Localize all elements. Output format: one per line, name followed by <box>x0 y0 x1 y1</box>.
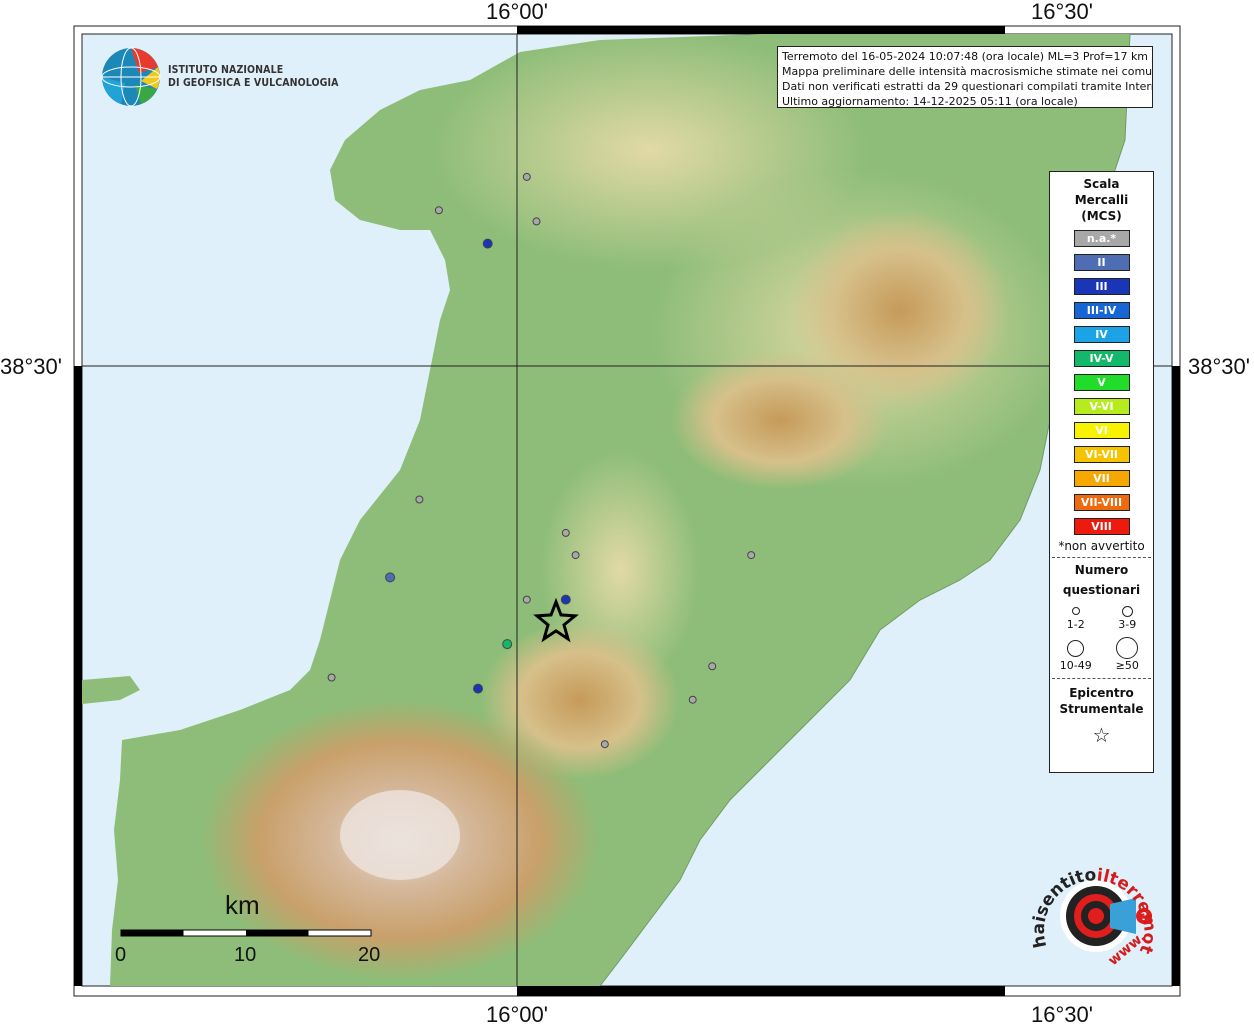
terrain-ridge <box>670 350 890 490</box>
legend-epicenter-star-icon: ☆ <box>1092 723 1111 747</box>
intensity-point[interactable] <box>708 662 717 671</box>
legend-swatch-vi-vii: VI-VII <box>1073 446 1130 463</box>
event-info-box: Terremoto del 16-05-2024 10:07:48 (ora l… <box>777 46 1153 108</box>
size-10-49-circle-icon <box>1067 639 1085 657</box>
legend-swatch-iii: III <box>1073 278 1130 295</box>
intensity-point[interactable] <box>571 551 580 560</box>
size-class-label: 3-9 <box>1118 618 1137 631</box>
info-line-event: Terremoto del 16-05-2024 10:07:48 (ora l… <box>782 50 1149 63</box>
legend-divider <box>1052 557 1151 558</box>
legend-intensity-scale: n.a.* II III III-IV IV IV-V V V-VI VI VI-VII VII VI… <box>1050 230 1153 535</box>
scale-bar <box>120 929 372 937</box>
legend-swatch-iii-iv: III-IV <box>1073 302 1130 319</box>
lat-label-left: 38°30' <box>0 354 62 379</box>
legend-swatch-iv: IV <box>1073 326 1130 343</box>
legend-epicenter-title-line1: Epicentro <box>1069 686 1134 700</box>
intensity-point[interactable] <box>561 528 570 537</box>
lon-label-top-16-30: 16°30' <box>1031 0 1093 24</box>
intensity-point[interactable] <box>747 551 756 560</box>
intensity-point[interactable] <box>560 594 571 605</box>
terrain-peak-summit <box>340 790 460 880</box>
legend-title-line3: (MCS) <box>1081 209 1122 223</box>
legend: Scala Mercalli (MCS) n.a.* II III III-IV IV I… <box>1049 171 1154 773</box>
legend-swatch-vii-viii: VII-VIII <box>1073 494 1130 511</box>
legend-swatch-vi: VI <box>1073 422 1130 439</box>
intensity-point[interactable] <box>502 639 513 650</box>
legend-swatch-v-vi: V-VI <box>1073 398 1130 415</box>
legend-title-line1: Scala <box>1083 177 1120 191</box>
lon-label-bottom-16-00: 16°00' <box>486 1002 548 1027</box>
size-50-plus-circle-icon <box>1116 637 1139 659</box>
size-class-label: ≥50 <box>1115 659 1139 672</box>
lat-label-right: 38°30' <box>1188 354 1250 379</box>
info-line-updated: Ultimo aggiornamento: 14-12-2025 05:11 (… <box>782 95 1078 108</box>
legend-questionnaires-title-line2: questionari <box>1062 583 1141 597</box>
legend-divider <box>1052 678 1151 679</box>
size-class-label: 1-2 <box>1066 618 1085 631</box>
intensity-point[interactable] <box>600 740 609 749</box>
info-line-description: Mappa preliminare delle intensità macros… <box>782 65 1153 78</box>
institute-name-line1: ISTITUTO NAZIONALE <box>168 64 284 76</box>
intensity-point[interactable] <box>482 238 493 249</box>
intensity-point[interactable] <box>327 673 336 682</box>
intensity-point[interactable] <box>473 683 483 694</box>
legend-not-felt-note: *non avvertito <box>1058 539 1145 553</box>
scale-tick-0: 0 <box>115 944 127 966</box>
intensity-point[interactable] <box>688 695 697 704</box>
scale-tick-20: 20 <box>358 944 381 966</box>
intensity-point[interactable] <box>415 495 424 504</box>
intensity-point[interactable] <box>434 206 443 215</box>
legend-swatch-viii: VIII <box>1073 518 1130 535</box>
legend-swatch-n-a-: n.a.* <box>1073 230 1130 247</box>
lon-label-bottom-16-30: 16°30' <box>1031 1002 1093 1027</box>
scale-tick-10: 10 <box>234 944 257 966</box>
legend-epicenter-title-line2: Strumentale <box>1059 702 1144 716</box>
info-line-source: Dati non verificati estratti da 29 quest… <box>782 80 1153 93</box>
size-1-2-circle-icon <box>1071 607 1080 615</box>
intensity-point[interactable] <box>385 572 396 583</box>
legend-questionnaires-title-line1: Numero <box>1074 563 1129 577</box>
scale-bar-unit: km <box>225 890 260 920</box>
legend-questionnaire-sizes: 1-2 3-9 10-49 ≥50 <box>1050 604 1153 672</box>
lon-label-top-16-00: 16°00' <box>486 0 548 24</box>
ingv-logo-icon <box>101 47 161 107</box>
legend-swatch-ii: II <box>1073 254 1130 271</box>
institute-name: ISTITUTO NAZIONALE DI GEOFISICA E VULCAN… <box>168 64 339 90</box>
intensity-point[interactable] <box>522 595 531 604</box>
legend-swatch-iv-v: IV-V <box>1073 350 1130 367</box>
legend-swatch-vii: VII <box>1073 470 1130 487</box>
intensity-point[interactable] <box>522 172 531 181</box>
legend-title-line2: Mercalli <box>1074 193 1129 207</box>
intensity-point[interactable] <box>532 217 541 226</box>
size-3-9-circle-icon <box>1121 605 1133 617</box>
size-class-label: 10-49 <box>1059 659 1092 672</box>
institute-name-line2: DI GEOFISICA E VULCANOLOGIA <box>168 77 339 89</box>
legend-swatch-v: V <box>1073 374 1130 391</box>
